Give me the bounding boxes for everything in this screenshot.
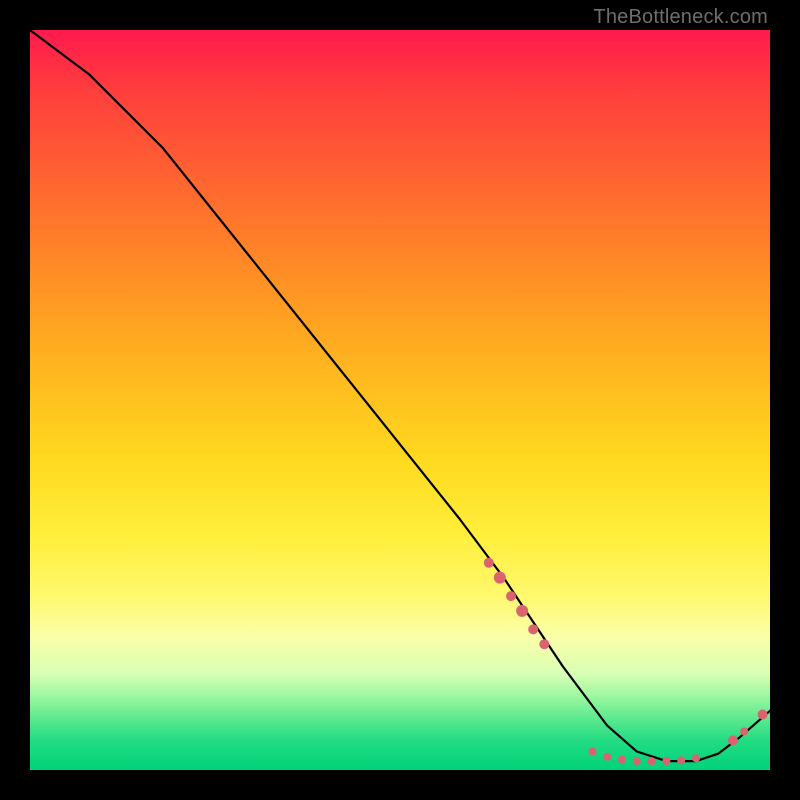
data-marker	[740, 728, 748, 736]
data-marker	[692, 754, 700, 762]
data-marker	[633, 757, 641, 765]
data-marker	[588, 748, 596, 756]
chart-frame: TheBottleneck.com	[0, 0, 800, 800]
data-marker	[728, 735, 738, 745]
plot-area	[30, 30, 770, 770]
watermark-text: TheBottleneck.com	[593, 6, 768, 29]
data-marker	[539, 639, 549, 649]
data-marker	[662, 757, 670, 765]
data-marker	[618, 756, 626, 764]
data-marker	[484, 558, 494, 568]
data-marker	[506, 591, 516, 601]
data-marker	[758, 710, 768, 720]
curve-layer	[30, 30, 770, 770]
marker-group	[484, 558, 768, 765]
data-marker	[648, 757, 656, 765]
data-marker	[603, 753, 611, 761]
data-marker	[516, 605, 528, 617]
data-marker	[677, 756, 685, 764]
bottleneck-curve	[30, 30, 770, 761]
data-marker	[528, 624, 538, 634]
data-marker	[494, 572, 506, 584]
